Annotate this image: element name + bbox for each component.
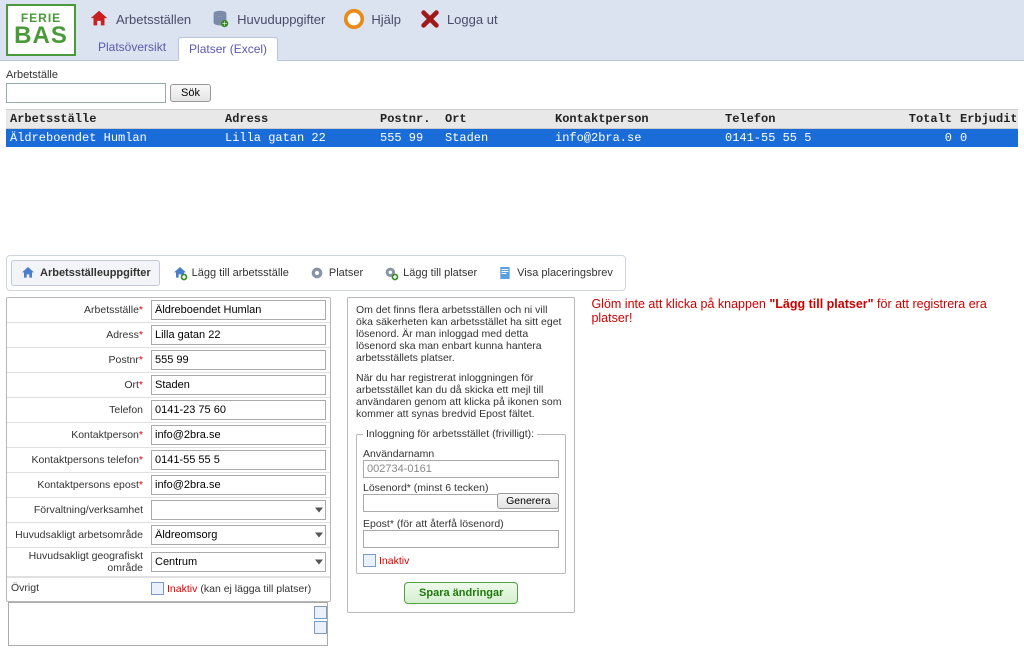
logo-bottom: BAS — [14, 24, 68, 48]
cell-erbjudits: 0 — [956, 129, 1016, 147]
house-icon — [88, 8, 110, 30]
input-adress[interactable] — [151, 325, 326, 345]
menu-arbetsstallen[interactable]: Arbetsställen — [88, 8, 191, 30]
input-postnr[interactable] — [151, 350, 326, 370]
tab-platser[interactable]: Platser — [301, 260, 371, 286]
menu-huvuduppgifter[interactable]: Huvuduppgifter — [209, 8, 325, 30]
select-arbetsomrade[interactable] — [151, 525, 326, 545]
cell-totalt: 0 — [896, 129, 956, 147]
label-ort: Ort* — [7, 377, 147, 393]
side-checkbox-1[interactable] — [314, 606, 327, 619]
side-checkbox-2[interactable] — [314, 621, 327, 634]
cell-postnr: 555 99 — [376, 129, 441, 147]
grid-header: Arbetsställe Adress Postnr. Ort Kontaktp… — [6, 109, 1018, 129]
input-login-epost[interactable] — [363, 530, 559, 548]
info-paragraph-2: När du har registrerat inloggningen för … — [356, 372, 566, 420]
document-icon — [497, 265, 513, 281]
info-paragraph-1: Om det finns flera arbetsställen och ni … — [356, 304, 566, 364]
label-forvaltning: Förvaltning/verksamhet — [7, 502, 147, 518]
col-postnr[interactable]: Postnr. — [376, 110, 441, 128]
label-geoomrade: Huvudsakligt geografiskt område — [7, 548, 147, 576]
cell-adress: Lilla gatan 22 — [221, 129, 376, 147]
generate-button[interactable]: Generera — [497, 493, 559, 509]
grid-row[interactable]: Äldreboendet Humlan Lilla gatan 22 555 9… — [6, 129, 1018, 147]
label-login-epost: Epost* (för att återfå lösenord) — [363, 518, 559, 530]
close-icon — [419, 8, 441, 30]
cell-arbetsstalle: Äldreboendet Humlan — [6, 129, 221, 147]
label-telefon: Telefon — [7, 402, 147, 418]
tab-visa-placeringsbrev[interactable]: Visa placeringsbrev — [489, 260, 621, 286]
help-icon — [343, 8, 365, 30]
form-column: Arbetsställe* Adress* Postnr* Ort* Telef… — [6, 297, 331, 649]
detail-toolbar: Arbetsställeuppgifter Lägg till arbetsst… — [6, 255, 626, 291]
login-legend: Inloggning för arbetsstället (frivilligt… — [363, 428, 537, 440]
gear-icon — [309, 265, 325, 281]
tab-lagg-till-platser[interactable]: Lägg till platser — [375, 260, 485, 286]
logo: FERIE BAS — [6, 4, 76, 56]
checkbox-icon — [151, 582, 164, 595]
col-arbetsstalle[interactable]: Arbetsställe — [6, 110, 221, 128]
search-button[interactable]: Sök — [170, 84, 211, 102]
input-telefon[interactable] — [151, 400, 326, 420]
input-kontakt-epost[interactable] — [151, 475, 326, 495]
col-kontaktperson[interactable]: Kontaktperson — [551, 110, 721, 128]
select-geoomrade[interactable] — [151, 552, 326, 572]
tab-arbetsstalleuppgifter[interactable]: Arbetsställeuppgifter — [11, 260, 160, 286]
search-label: Arbetställe — [6, 69, 1018, 81]
checkbox-icon — [363, 554, 376, 567]
col-telefon[interactable]: Telefon — [721, 110, 896, 128]
search-area: Arbetställe Sök — [0, 61, 1024, 105]
label-kontaktperson: Kontaktperson* — [7, 427, 147, 443]
col-adress[interactable]: Adress — [221, 110, 376, 128]
sub-menu: Platsöversikt Platser (Excel) — [82, 36, 1018, 60]
label-arbetsomrade: Huvudsakligt arbetsområde — [7, 527, 147, 543]
col-ort[interactable]: Ort — [441, 110, 551, 128]
input-kontaktperson[interactable] — [151, 425, 326, 445]
menu-loggaut[interactable]: Logga ut — [419, 8, 498, 30]
results-grid: Arbetsställe Adress Postnr. Ort Kontaktp… — [6, 109, 1018, 249]
grid-body: Äldreboendet Humlan Lilla gatan 22 555 9… — [6, 129, 1018, 249]
select-forvaltning[interactable] — [151, 500, 326, 520]
cell-telefon: 0141-55 55 5 — [721, 129, 896, 147]
arbetsstalle-form: Arbetsställe* Adress* Postnr* Ort* Telef… — [6, 297, 331, 602]
label-arbetsstalle: Arbetsställe* — [7, 302, 147, 318]
cell-kontaktperson: info@2bra.se — [551, 129, 721, 147]
save-button[interactable]: Spara ändringar — [404, 582, 518, 604]
header: FERIE BAS Arbetsställen Huvuduppgifter H… — [0, 0, 1024, 61]
search-input[interactable] — [6, 83, 166, 103]
checkbox-inaktiv[interactable]: Inaktiv (kan ej lägga till platser) — [151, 582, 311, 595]
submenu-platsoversikt[interactable]: Platsöversikt — [88, 36, 176, 60]
database-icon — [209, 8, 231, 30]
label-anvandarnamn: Användarnamn — [363, 448, 559, 460]
input-ort[interactable] — [151, 375, 326, 395]
house-blue-icon — [20, 265, 36, 281]
label-kontakt-epost: Kontaktpersons epost* — [7, 477, 147, 493]
checkbox-login-inaktiv[interactable]: Inaktiv — [363, 554, 559, 567]
house-add-icon — [172, 265, 188, 281]
label-postnr: Postnr* — [7, 352, 147, 368]
label-ovrigt: Övrigt — [7, 578, 147, 596]
label-adress: Adress* — [7, 327, 147, 343]
submenu-platser-excel[interactable]: Platser (Excel) — [178, 37, 278, 61]
menu-hjalp[interactable]: Hjälp — [343, 8, 401, 30]
main-menu: Arbetsställen Huvuduppgifter Hjälp Logga… — [82, 4, 1018, 36]
warning-text: Glöm inte att klicka på knappen "Lägg ti… — [591, 297, 1018, 325]
label-kontakt-tel: Kontaktpersons telefon* — [7, 452, 147, 468]
input-kontakt-tel[interactable] — [151, 450, 326, 470]
input-arbetsstalle[interactable] — [151, 300, 326, 320]
textarea-ovrigt[interactable] — [8, 602, 328, 646]
gear-add-icon — [383, 265, 399, 281]
input-anvandarnamn[interactable] — [363, 460, 559, 478]
login-fieldset: Inloggning för arbetsstället (frivilligt… — [356, 428, 566, 574]
cell-ort: Staden — [441, 129, 551, 147]
tab-lagg-till-arbetsstalle[interactable]: Lägg till arbetsställe — [164, 260, 297, 286]
info-login-panel: Om det finns flera arbetsställen och ni … — [347, 297, 575, 613]
col-totalt[interactable]: Totalt — [896, 110, 956, 128]
col-erbjudits[interactable]: Erbjudits — [956, 110, 1016, 128]
